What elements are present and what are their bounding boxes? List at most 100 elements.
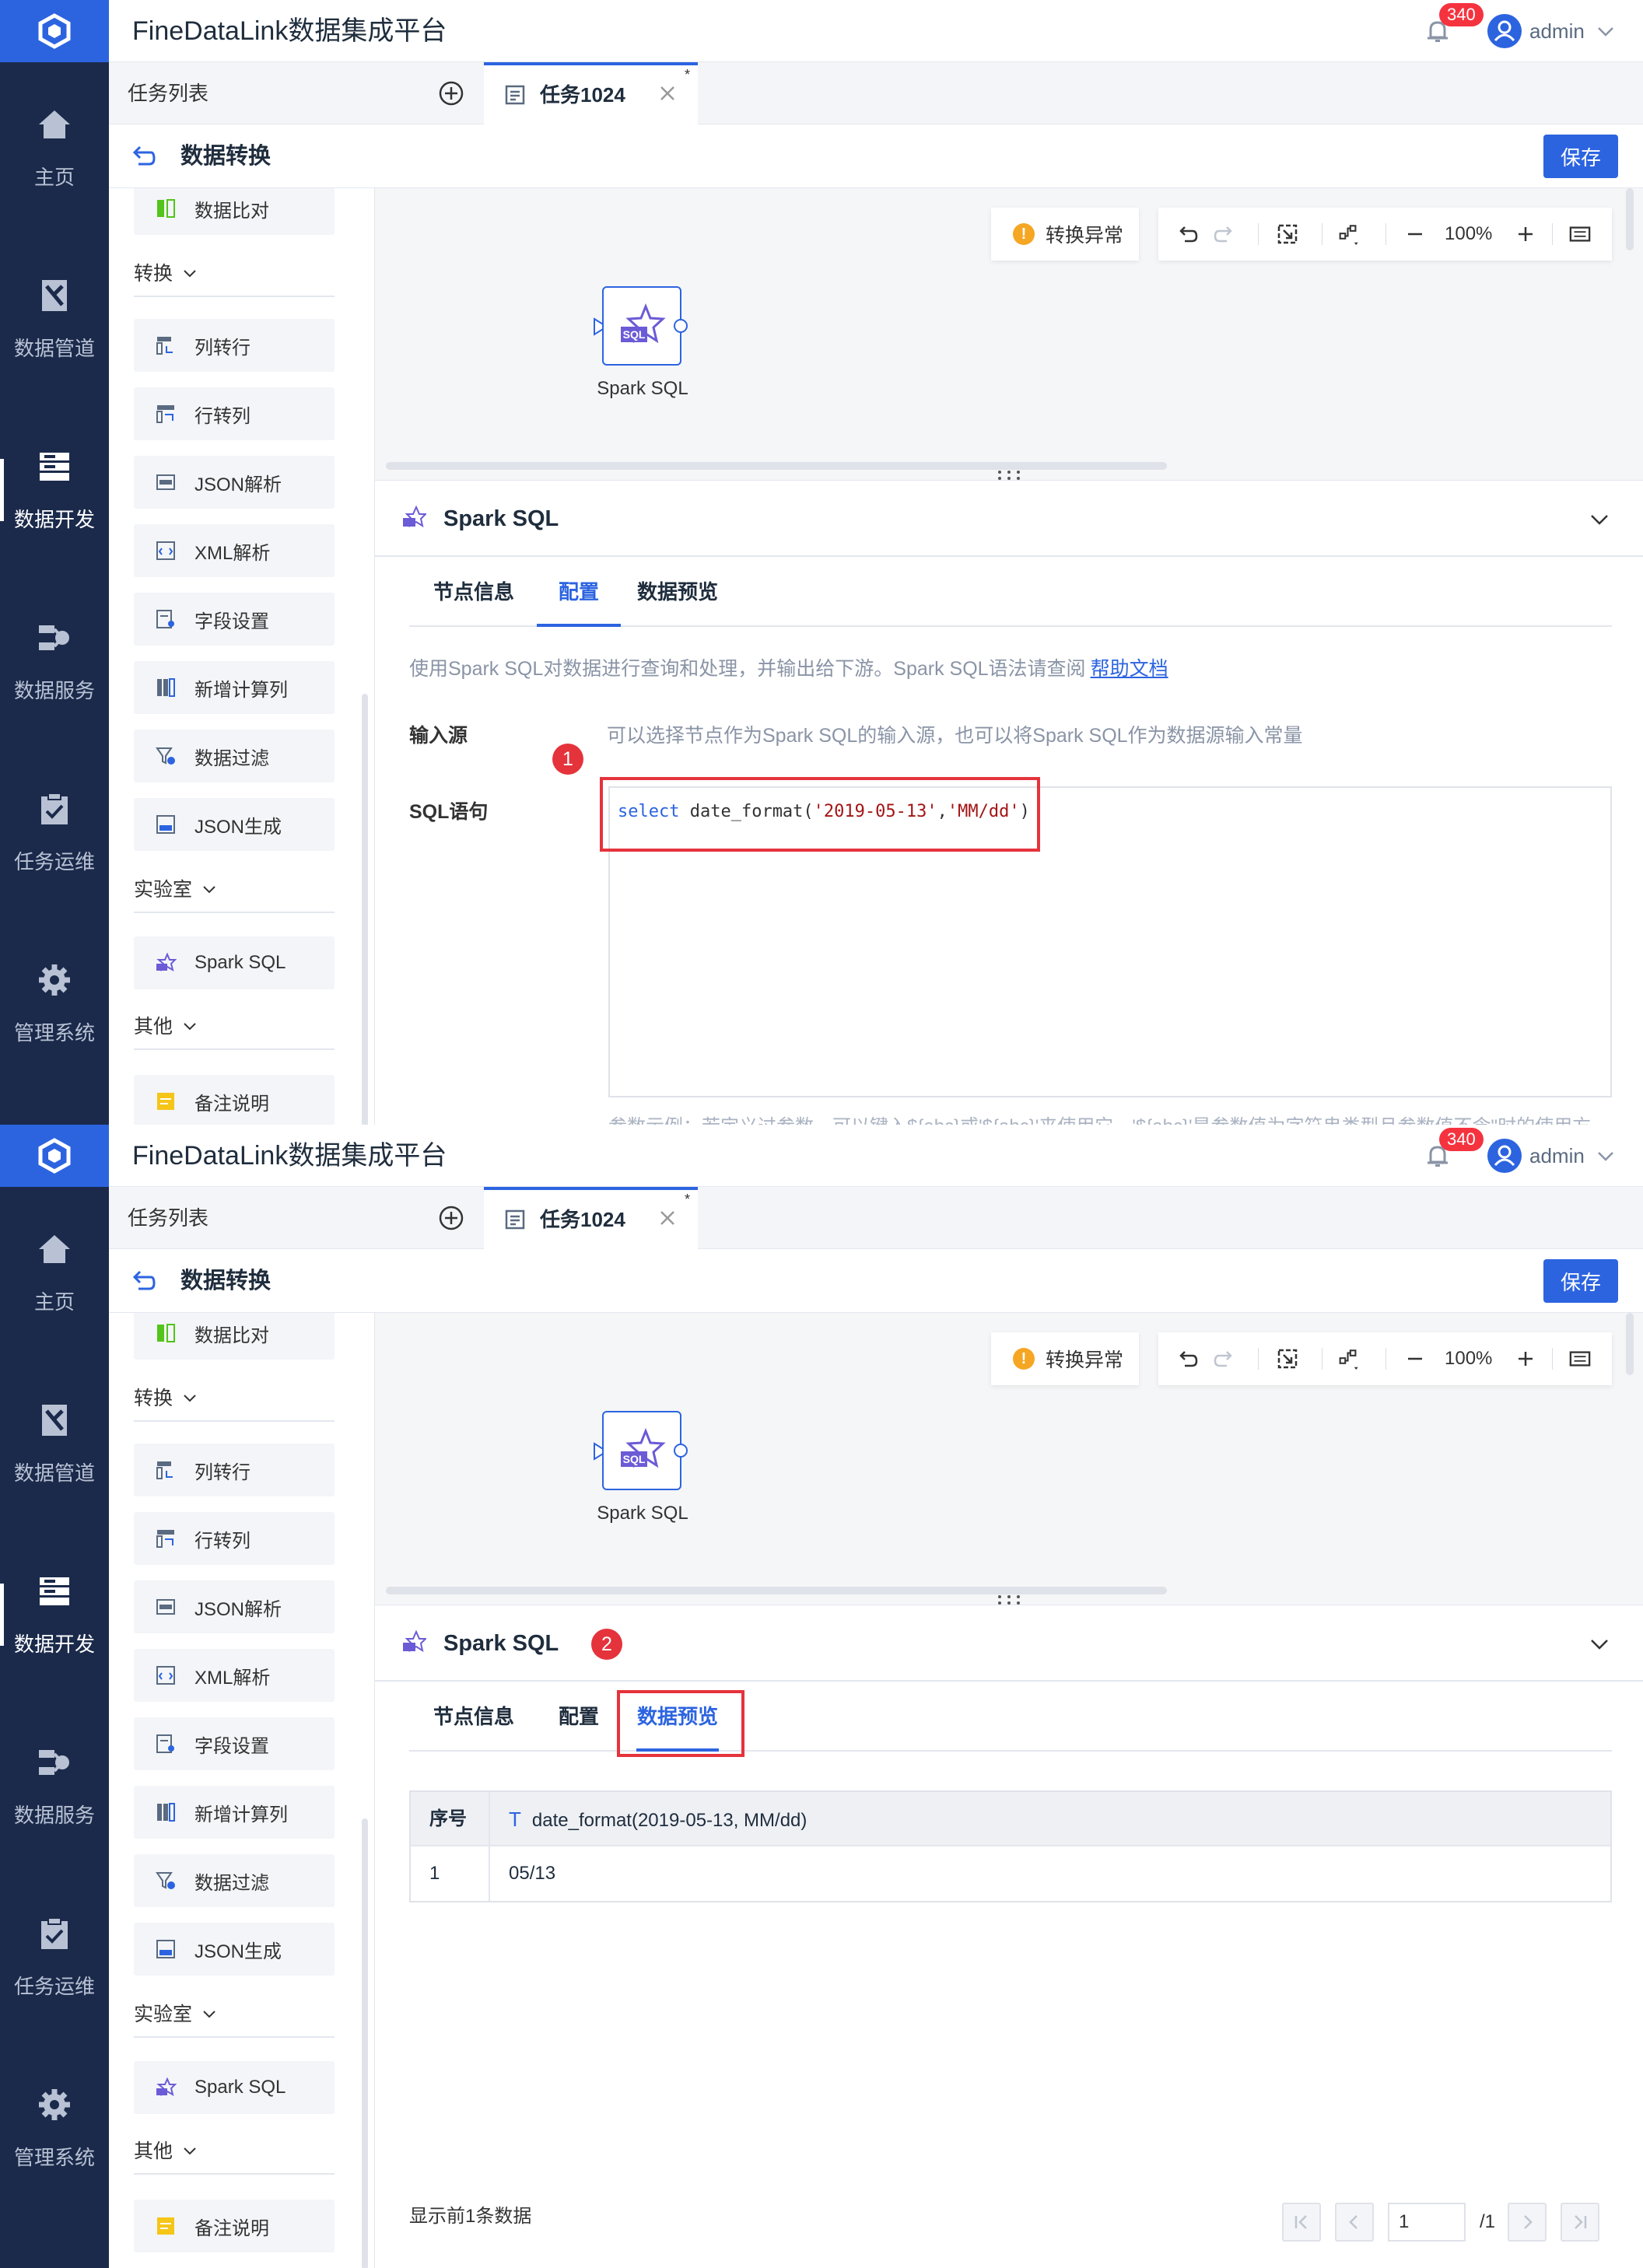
layout-icon[interactable]: [1339, 223, 1361, 245]
tab-node-info[interactable]: 节点信息: [433, 557, 515, 627]
canvas-horizontal-scrollbar[interactable]: [386, 462, 1167, 470]
username[interactable]: admin: [1529, 0, 1585, 62]
sidebar-item-col-to-row[interactable]: 列转行: [134, 1444, 335, 1496]
nav-service[interactable]: 数据服务: [0, 1700, 109, 1871]
tab-data-preview[interactable]: 数据预览: [636, 557, 719, 627]
keyboard-icon[interactable]: [1569, 223, 1591, 245]
chevron-down-icon[interactable]: [1596, 22, 1615, 44]
group-transform[interactable]: 转换: [134, 258, 335, 297]
nav-dev[interactable]: 数据开发: [0, 1529, 109, 1700]
sidebar-item-compare[interactable]: 数据比对: [134, 188, 335, 235]
warning-indicator[interactable]: ! 转换异常: [991, 1332, 1139, 1385]
nav-home[interactable]: 主页: [0, 1187, 109, 1358]
tab-task1024[interactable]: 任务1024 *: [484, 1187, 698, 1250]
flow-canvas[interactable]: ! 转换异常 100% SQL Spark SQL: [375, 1313, 1643, 1605]
add-tab-icon[interactable]: [437, 1204, 465, 1232]
sidebar-item-xml-parse[interactable]: XML解析: [134, 524, 335, 577]
drag-handle-icon[interactable]: [996, 1594, 1022, 1605]
back-icon[interactable]: [131, 143, 156, 172]
sidebar-scrollbar[interactable]: [362, 694, 368, 1125]
node-output-port[interactable]: [674, 319, 688, 333]
close-icon[interactable]: [658, 84, 677, 107]
chevron-down-icon[interactable]: [1589, 509, 1610, 534]
group-transform[interactable]: 转换: [134, 1383, 335, 1422]
fit-view-icon[interactable]: [1277, 223, 1298, 245]
tab-node-info[interactable]: 节点信息: [433, 1682, 515, 1752]
input-source-hint[interactable]: 可以选择节点作为Spark SQL的输入源，也可以将Spark SQL作为数据源…: [607, 720, 1303, 748]
nav-ops[interactable]: 任务运维: [0, 747, 109, 918]
node-output-port[interactable]: [674, 1444, 688, 1458]
page-input[interactable]: 1: [1388, 2203, 1466, 2242]
group-lab[interactable]: 实验室: [134, 874, 335, 913]
sidebar-item-xml-parse[interactable]: XML解析: [134, 1649, 335, 1702]
canvas-vertical-scrollbar[interactable]: [1626, 1313, 1634, 1375]
nav-ops[interactable]: 任务运维: [0, 1871, 109, 2042]
sidebar-item-spark-sql[interactable]: Spark SQL: [134, 936, 335, 989]
nav-pipeline[interactable]: 数据管道: [0, 1358, 109, 1529]
sidebar-item-row-to-col[interactable]: 行转列: [134, 1512, 335, 1565]
tab-task1024[interactable]: 任务1024 *: [484, 62, 698, 125]
chevron-down-icon[interactable]: [1589, 1633, 1610, 1659]
sidebar-item-note[interactable]: 备注说明: [134, 1075, 335, 1125]
sidebar-item-row-to-col[interactable]: 行转列: [134, 387, 335, 440]
tab-config[interactable]: 配置: [537, 557, 621, 627]
prev-page-icon[interactable]: [1335, 2203, 1374, 2242]
sidebar-item-filter[interactable]: 数据过滤: [134, 730, 335, 782]
undo-icon[interactable]: [1177, 1348, 1199, 1370]
spark-sql-node[interactable]: SQL: [602, 1411, 681, 1490]
sidebar-scrollbar[interactable]: [362, 1818, 368, 2268]
sidebar-item-compare[interactable]: 数据比对: [134, 1313, 335, 1360]
spark-sql-node[interactable]: SQL: [602, 286, 681, 366]
avatar[interactable]: [1487, 14, 1522, 48]
canvas-vertical-scrollbar[interactable]: [1626, 188, 1634, 250]
sidebar-item-json-gen[interactable]: JSON生成: [134, 1923, 335, 1976]
last-page-icon[interactable]: [1561, 2203, 1599, 2242]
username[interactable]: admin: [1529, 1125, 1585, 1187]
warning-indicator[interactable]: ! 转换异常: [991, 208, 1139, 261]
zoom-in-icon[interactable]: [1515, 223, 1536, 245]
nav-admin[interactable]: 管理系统: [0, 2042, 109, 2214]
sidebar-item-spark-sql[interactable]: Spark SQL: [134, 2061, 335, 2114]
first-page-icon[interactable]: [1282, 2203, 1321, 2242]
nav-dev[interactable]: 数据开发: [0, 404, 109, 576]
tab-config[interactable]: 配置: [537, 1682, 621, 1752]
sidebar-item-field-settings[interactable]: 字段设置: [134, 593, 335, 646]
fit-view-icon[interactable]: [1277, 1348, 1298, 1370]
layout-icon[interactable]: [1339, 1348, 1361, 1370]
sidebar-item-filter[interactable]: 数据过滤: [134, 1854, 335, 1907]
zoom-in-icon[interactable]: [1515, 1348, 1536, 1370]
zoom-out-icon[interactable]: [1404, 223, 1426, 245]
close-icon[interactable]: [658, 1209, 677, 1231]
sidebar-item-col-to-row[interactable]: 列转行: [134, 319, 335, 372]
group-other[interactable]: 其他: [134, 2136, 335, 2175]
nav-admin[interactable]: 管理系统: [0, 918, 109, 1089]
save-button[interactable]: 保存: [1543, 1259, 1618, 1303]
zoom-out-icon[interactable]: [1404, 1348, 1426, 1370]
task-list-tab[interactable]: 任务列表: [128, 1187, 208, 1249]
app-logo[interactable]: [0, 0, 109, 62]
redo-icon[interactable]: [1213, 1348, 1235, 1370]
sidebar-item-calc-column[interactable]: 新增计算列: [134, 1786, 335, 1839]
app-logo[interactable]: [0, 1125, 109, 1187]
nav-home[interactable]: 主页: [0, 62, 109, 233]
back-icon[interactable]: [131, 1268, 156, 1297]
redo-icon[interactable]: [1213, 223, 1235, 245]
sidebar-item-json-parse[interactable]: JSON解析: [134, 456, 335, 509]
col-value-header[interactable]: Tdate_format(2019-05-13, MM/dd): [490, 1792, 1610, 1845]
keyboard-icon[interactable]: [1569, 1348, 1591, 1370]
chevron-down-icon[interactable]: [1596, 1146, 1615, 1169]
sidebar-item-json-parse[interactable]: JSON解析: [134, 1580, 335, 1633]
canvas-horizontal-scrollbar[interactable]: [386, 1587, 1167, 1594]
task-list-tab[interactable]: 任务列表: [128, 62, 208, 124]
sidebar-item-note[interactable]: 备注说明: [134, 2200, 335, 2252]
group-other[interactable]: 其他: [134, 1011, 335, 1050]
group-lab[interactable]: 实验室: [134, 1999, 335, 2038]
nav-service[interactable]: 数据服务: [0, 576, 109, 747]
sidebar-item-json-gen[interactable]: JSON生成: [134, 798, 335, 851]
next-page-icon[interactable]: [1508, 2203, 1547, 2242]
avatar[interactable]: [1487, 1139, 1522, 1173]
undo-icon[interactable]: [1177, 223, 1199, 245]
sidebar-item-field-settings[interactable]: 字段设置: [134, 1717, 335, 1770]
flow-canvas[interactable]: ! 转换异常 100% SQL Spark SQL: [375, 188, 1643, 480]
sidebar-item-calc-column[interactable]: 新增计算列: [134, 661, 335, 714]
